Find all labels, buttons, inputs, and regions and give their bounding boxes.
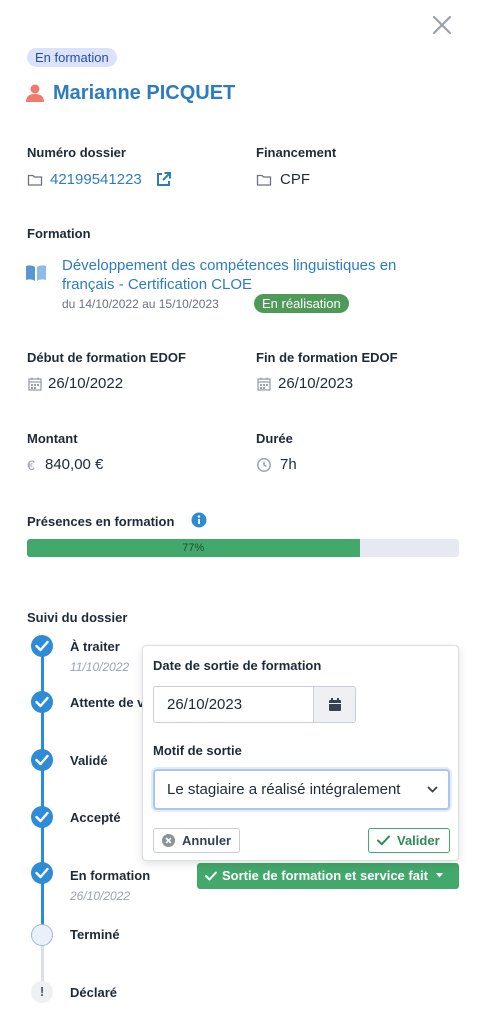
validate-button[interactable]: Valider	[368, 828, 450, 853]
trainee-name: Marianne PICQUET	[53, 82, 236, 104]
calendar-icon	[329, 698, 341, 711]
check-icon	[205, 871, 217, 881]
step-declare-label: Déclaré	[70, 985, 117, 1000]
financement-value: CPF	[280, 171, 310, 188]
date-sortie-input[interactable]: 26/10/2023	[153, 686, 314, 723]
folder-icon	[256, 174, 272, 186]
calendar-icon	[28, 377, 42, 391]
sortie-formation-popover: Date de sortie de formation 26/10/2023 M…	[142, 645, 459, 861]
info-icon[interactable]	[191, 512, 207, 528]
motif-sortie-select[interactable]: Le stagiaire a réalisé intégralement	[153, 769, 450, 810]
presences-progress-bar: 77%	[27, 539, 459, 557]
montant-label: Montant	[27, 431, 78, 446]
motif-sortie-label: Motif de sortie	[153, 743, 242, 758]
training-title-link[interactable]: Développement des compétences linguistiq…	[62, 256, 442, 294]
calendar-icon	[257, 377, 271, 391]
step-a-traiter-label: À traiter	[70, 639, 120, 654]
numero-dossier-label: Numéro dossier	[27, 145, 126, 160]
book-icon	[26, 265, 46, 281]
suivi-dossier-label: Suivi du dossier	[27, 610, 128, 625]
euro-icon: €	[27, 457, 35, 473]
cancel-button[interactable]: Annuler	[153, 828, 240, 853]
step-valide-label: Validé	[70, 753, 108, 768]
fin-formation-label: Fin de formation EDOF	[256, 350, 398, 365]
cancel-label: Annuler	[182, 833, 232, 848]
sortie-formation-label: Sortie de formation et service fait	[222, 868, 428, 883]
step-check-icon	[31, 691, 53, 713]
step-accepte-label: Accepté	[70, 810, 121, 825]
training-status-badge: En réalisation	[254, 294, 349, 313]
step-pending-circle	[31, 924, 53, 946]
chevron-down-icon	[427, 786, 438, 793]
validate-label: Valider	[397, 833, 440, 848]
calendar-picker-button[interactable]	[313, 686, 356, 723]
progress-percent: 77%	[182, 542, 205, 554]
financement-label: Financement	[256, 145, 337, 160]
debut-formation-label: Début de formation EDOF	[27, 350, 186, 365]
formation-label: Formation	[27, 226, 91, 241]
timeline-line-done	[41, 646, 44, 934]
debut-formation-value: 26/10/2022	[48, 375, 124, 392]
training-dates: du 14/10/2022 au 15/10/2023	[62, 297, 219, 311]
clock-icon	[257, 458, 271, 472]
step-en-formation-date: 26/10/2022	[70, 889, 131, 903]
external-link-icon[interactable]	[155, 171, 172, 188]
cancel-circle-icon	[162, 834, 175, 847]
presences-label: Présences en formation	[27, 514, 175, 529]
sortie-formation-dropdown-button[interactable]: Sortie de formation et service fait	[197, 863, 459, 889]
montant-value: 840,00 €	[45, 456, 104, 473]
exclamation-icon: !	[31, 981, 53, 1003]
check-icon	[377, 835, 390, 846]
step-check-icon	[31, 806, 53, 828]
status-badge: En formation	[27, 48, 117, 67]
fin-formation-value: 26/10/2023	[278, 375, 354, 392]
step-termine-label: Terminé	[70, 927, 120, 942]
numero-dossier-link[interactable]: 42199541223	[50, 170, 142, 190]
step-en-formation-label: En formation	[70, 868, 151, 883]
duree-value: 7h	[280, 456, 297, 473]
duree-label: Durée	[256, 431, 293, 446]
caret-down-icon	[435, 873, 443, 878]
date-sortie-label: Date de sortie de formation	[153, 658, 322, 673]
folder-icon	[27, 174, 43, 186]
step-check-icon	[31, 749, 53, 771]
step-check-icon	[31, 862, 53, 884]
close-icon[interactable]	[429, 12, 455, 38]
step-a-traiter-date: 11/10/2022	[70, 660, 130, 674]
motif-sortie-value: Le stagiaire a réalisé intégralement	[167, 781, 401, 798]
close-button[interactable]	[429, 12, 455, 38]
step-check-icon	[31, 635, 53, 657]
person-icon	[26, 84, 44, 102]
